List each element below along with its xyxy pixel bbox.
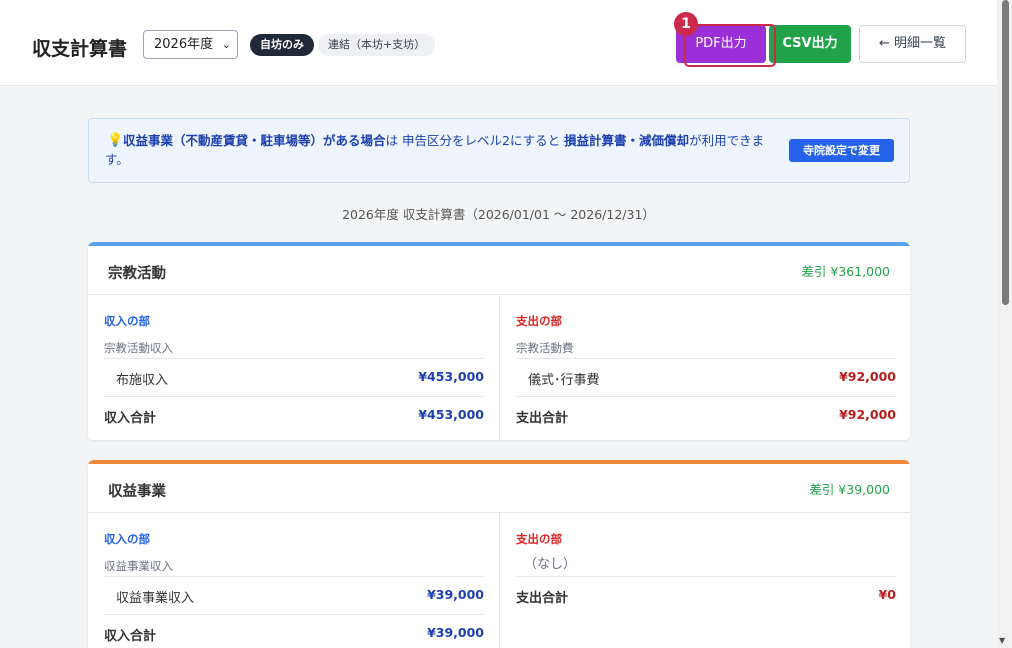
annotation-marker: 1 [674, 12, 698, 36]
scope-consolidated-button[interactable]: 連結（本坊+支坊） [318, 34, 436, 56]
section-title: 宗教活動 [108, 266, 166, 282]
table-row: 収益事業収入 ¥39,000 [104, 576, 484, 614]
row-label: 収益事業収入 [116, 591, 195, 606]
fiscal-year-select[interactable]: 2026年度 ⌄ [143, 30, 238, 59]
section-difference: 差引 ¥39,000 [809, 482, 890, 497]
expense-category: 宗教活動費 [516, 341, 574, 355]
section-profit-business: 収益事業 差引 ¥39,000 収入の部 収益事業収入 収益事業収入 ¥39,0… [88, 460, 910, 648]
page-title: 収支計算書 [32, 38, 128, 60]
row-label: 儀式･行事費 [528, 373, 600, 388]
info-text-bold-1: 収益事業（不動産賃貸・駐車場等）がある場合 [123, 133, 386, 148]
row-label: 布施収入 [116, 373, 169, 388]
income-total-row: 収入合計 ¥39,000 [104, 614, 484, 648]
scope-own-temple-button[interactable]: 自坊のみ [250, 34, 314, 56]
expense-total-row: 支出合計 ¥92,000 [516, 396, 896, 434]
total-label: 支出合計 [516, 591, 569, 606]
row-value: ¥92,000 [839, 369, 896, 384]
divider [499, 512, 500, 648]
income-category: 収益事業収入 [104, 559, 173, 573]
scroll-down-arrow-icon[interactable]: ▼ [999, 636, 1005, 645]
info-banner: 💡 収益事業（不動産賃貸・駐車場等）がある場合は 申告区分をレベル2にすると 損… [88, 118, 910, 183]
fiscal-year-value: 2026年度 [154, 37, 214, 52]
temple-settings-button[interactable]: 寺院設定で変更 [789, 139, 894, 162]
total-label: 支出合計 [516, 411, 569, 426]
total-value: ¥39,000 [427, 625, 484, 640]
section-accent-bar [88, 460, 910, 464]
income-total-row: 収入合計 ¥453,000 [104, 396, 484, 434]
expense-heading: 支出の部 [516, 314, 562, 328]
page-header: 収支計算書 2026年度 ⌄ 自坊のみ 連結（本坊+支坊） PDF出力 CSV出… [0, 0, 997, 86]
row-value: ¥453,000 [418, 369, 484, 384]
section-accent-bar [88, 242, 910, 246]
row-value: ¥39,000 [427, 587, 484, 602]
csv-export-button[interactable]: CSV出力 [769, 25, 851, 63]
expense-total-row: 支出合計 ¥0 [516, 576, 896, 614]
total-value: ¥453,000 [418, 407, 484, 422]
total-value: ¥0 [878, 587, 896, 602]
total-label: 収入合計 [104, 411, 157, 426]
scrollbar-thumb[interactable] [1002, 0, 1009, 305]
none-label: （なし） [524, 557, 577, 572]
income-category: 宗教活動収入 [104, 341, 173, 355]
table-row: 儀式･行事費 ¥92,000 [516, 358, 896, 396]
section-difference: 差引 ¥361,000 [801, 264, 890, 279]
income-heading: 収入の部 [104, 532, 150, 546]
back-to-list-button[interactable]: ← 明細一覧 [859, 25, 966, 63]
table-row: 布施収入 ¥453,000 [104, 358, 484, 396]
income-heading: 収入の部 [104, 314, 150, 328]
divider [499, 294, 500, 440]
info-banner-text: 収益事業（不動産賃貸・駐車場等）がある場合は 申告区分をレベル2にすると 損益計… [105, 131, 770, 169]
total-value: ¥92,000 [839, 407, 896, 422]
total-label: 収入合計 [104, 629, 157, 644]
section-title: 収益事業 [108, 484, 166, 500]
info-text-plain: は 申告区分をレベル2にすると [385, 133, 565, 148]
period-caption: 2026年度 収支計算書（2026/01/01 〜 2026/12/31） [342, 207, 655, 222]
info-text-bold-2: 損益計算書・減価償却 [564, 133, 690, 148]
chevron-down-icon: ⌄ [221, 38, 231, 51]
section-religious-activity: 宗教活動 差引 ¥361,000 収入の部 宗教活動収入 布施収入 ¥453,0… [88, 242, 910, 440]
